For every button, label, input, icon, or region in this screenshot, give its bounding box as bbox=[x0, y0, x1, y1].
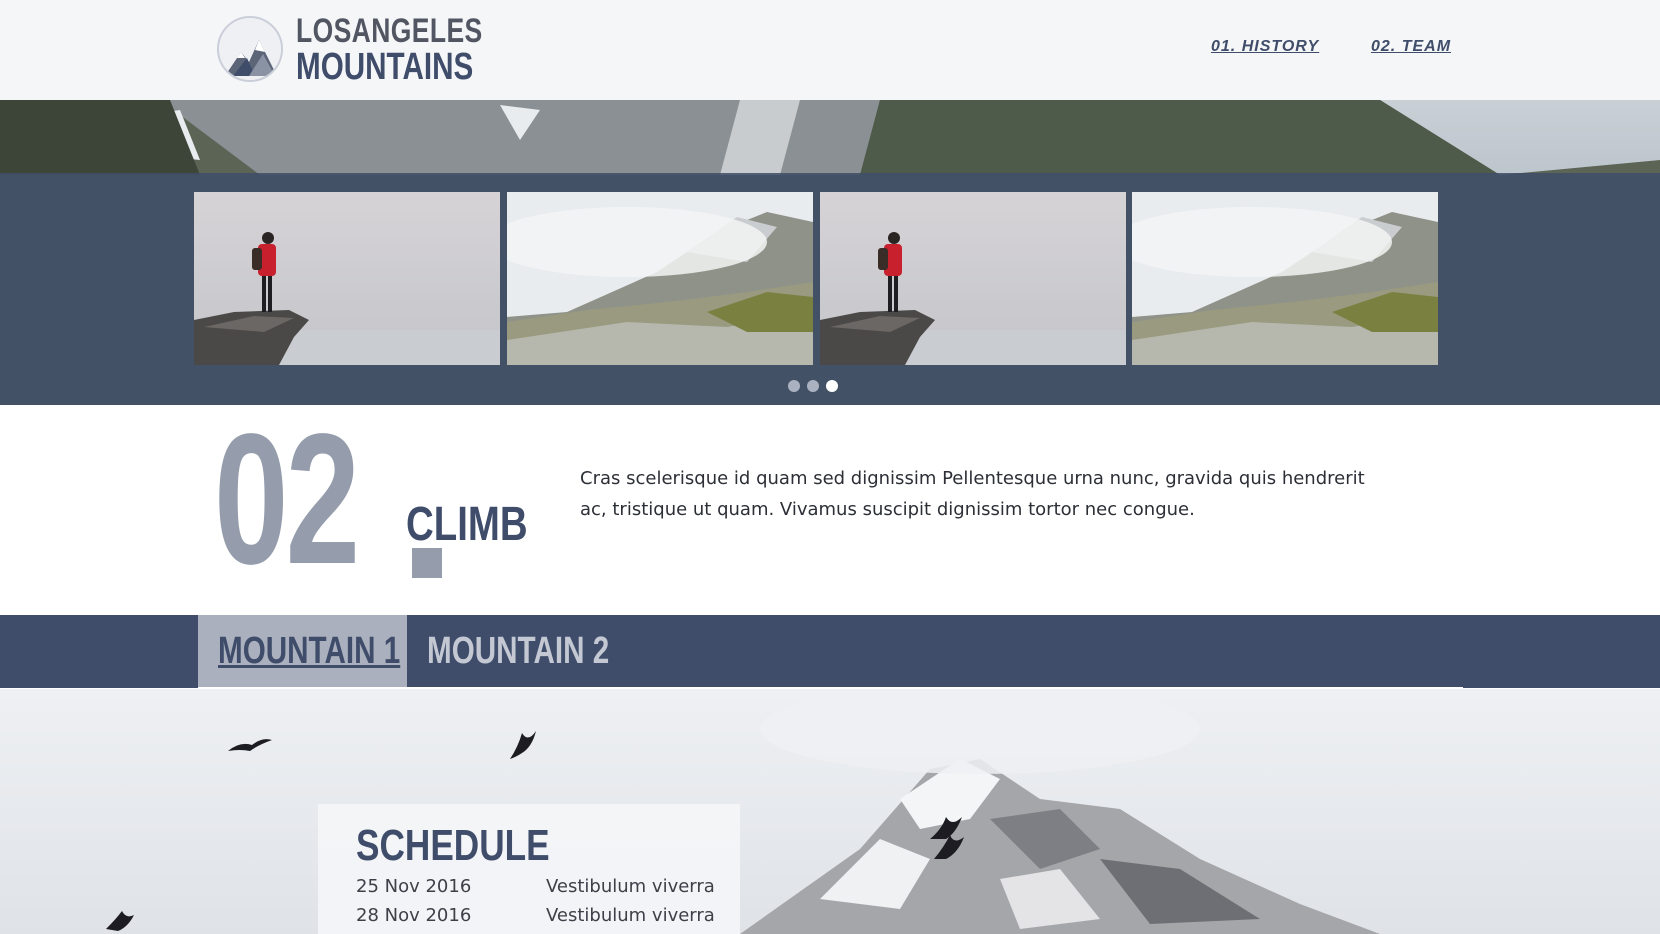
nav-link-team[interactable]: 02. TEAM bbox=[1371, 38, 1451, 56]
climb-section: 02 CLIMB Cras scelerisque id quam sed di… bbox=[0, 405, 1660, 615]
schedule-description: Vestibulum viverra bbox=[546, 876, 715, 897]
mountain-1-panel: SCHEDULE 25 Nov 2016 Vestibulum viverra … bbox=[0, 689, 1660, 934]
nav-link-history[interactable]: 01. HISTORY bbox=[1211, 38, 1319, 56]
section-number-dot bbox=[412, 548, 442, 578]
hero-carousel-section bbox=[0, 100, 1660, 405]
schedule-date: 28 Nov 2016 bbox=[356, 905, 472, 926]
schedule-description: Vestibulum viverra bbox=[546, 905, 715, 926]
carousel-dot-1[interactable] bbox=[788, 380, 800, 392]
schedule-date: 25 Nov 2016 bbox=[356, 876, 472, 897]
carousel-dot-2[interactable] bbox=[807, 380, 819, 392]
tab-mountain-1[interactable]: MOUNTAIN 1 bbox=[198, 615, 407, 688]
section-number: 02 bbox=[214, 396, 360, 603]
site-logo[interactable]: LOSANGELES MOUNTAINS bbox=[217, 12, 483, 88]
carousel-slide-4[interactable] bbox=[1132, 192, 1438, 365]
carousel-slide-1[interactable] bbox=[194, 192, 500, 365]
carousel-dot-3-active[interactable] bbox=[826, 380, 838, 392]
mountain-tabs: MOUNTAIN 1 MOUNTAIN 2 bbox=[0, 615, 1660, 688]
logo-text-line2: MOUNTAINS bbox=[296, 46, 474, 88]
logo-text-line1: LOSANGELES bbox=[296, 12, 483, 50]
carousel-slide-3[interactable] bbox=[820, 192, 1126, 365]
mountain-logo-icon bbox=[217, 16, 283, 82]
schedule-card: SCHEDULE 25 Nov 2016 Vestibulum viverra … bbox=[318, 804, 740, 934]
section-description: Cras scelerisque id quam sed dignissim P… bbox=[580, 468, 1365, 520]
site-header: LOSANGELES MOUNTAINS 01. HISTORY 02. TEA… bbox=[0, 0, 1660, 100]
snowy-peak-background-image bbox=[0, 689, 1660, 934]
schedule-row: 28 Nov 2016 Vestibulum viverra bbox=[356, 905, 716, 934]
schedule-row: 25 Nov 2016 Vestibulum viverra bbox=[356, 876, 716, 906]
carousel-slide-2[interactable] bbox=[507, 192, 813, 365]
schedule-title: SCHEDULE bbox=[356, 821, 550, 870]
tab-mountain-2[interactable]: MOUNTAIN 2 bbox=[407, 615, 627, 688]
section-title: CLIMB bbox=[406, 498, 528, 551]
